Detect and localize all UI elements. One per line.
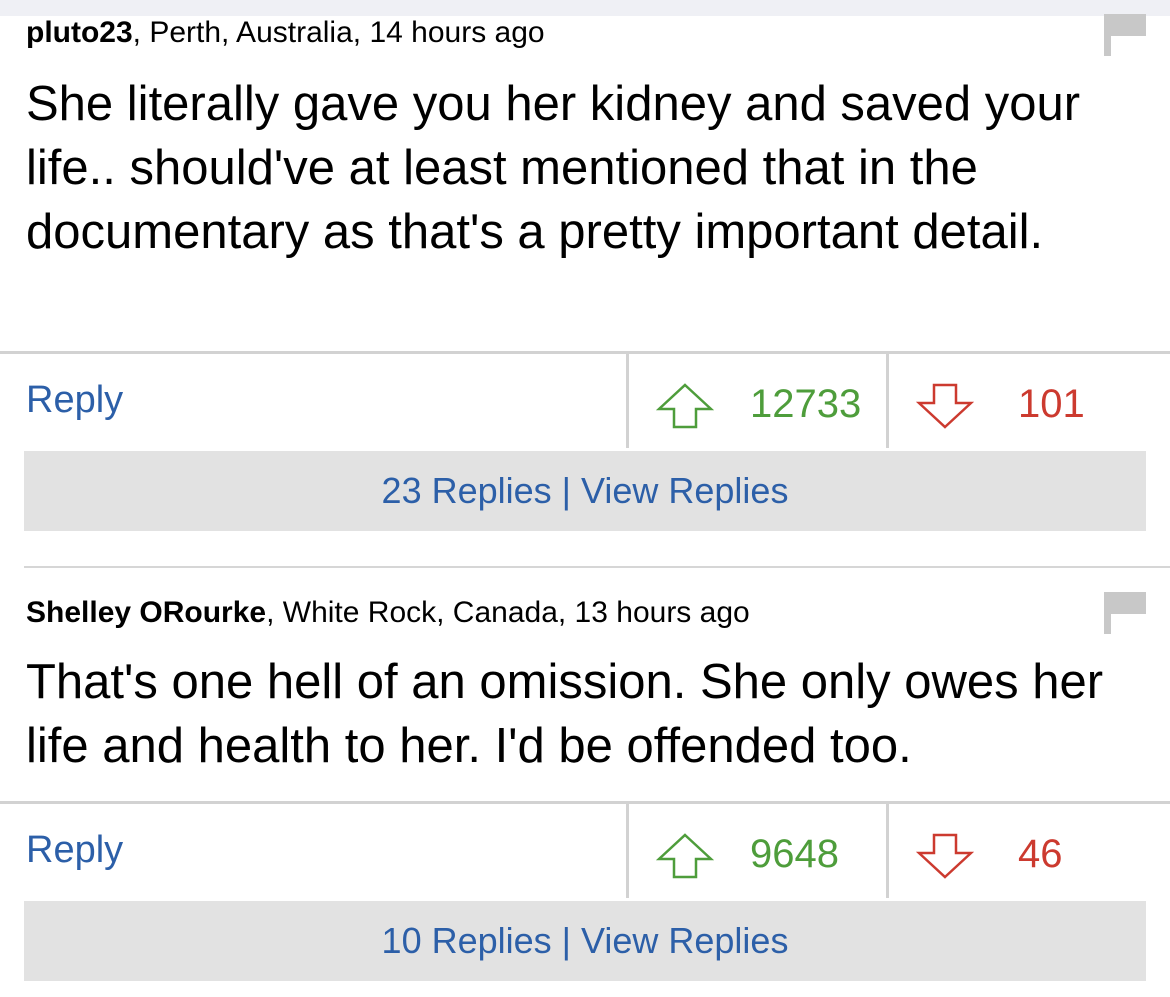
comment-body: That's one hell of an omission. She only… [26, 655, 1104, 773]
comment-location-time: , Perth, Australia, 14 hours ago [132, 16, 545, 49]
top-bar [0, 0, 1170, 16]
comment-meta: pluto23, Perth, Australia, 14 hours ago [26, 16, 545, 50]
view-replies-button[interactable]: 10 Replies | View Replies [24, 901, 1146, 981]
comment-author[interactable]: pluto23 [26, 16, 133, 49]
comment-body: She literally gave you her kidney and sa… [26, 77, 1081, 259]
upvote-count: 12733 [750, 382, 862, 426]
downvote-count: 46 [1018, 832, 1063, 876]
comment-separator [24, 566, 1170, 568]
action-separator [886, 804, 889, 898]
arrow-down-icon[interactable] [915, 832, 975, 880]
view-replies-button[interactable]: 23 Replies | View Replies [24, 451, 1146, 531]
action-separator [626, 354, 629, 448]
action-separator [626, 804, 629, 898]
comment-location-time: , White Rock, Canada, 13 hours ago [266, 596, 750, 629]
downvote-count: 101 [1018, 382, 1085, 426]
arrow-up-icon[interactable] [655, 382, 715, 430]
comment-meta: Shelley ORourke, White Rock, Canada, 13 … [26, 596, 750, 630]
reply-button[interactable]: Reply [26, 828, 123, 872]
action-separator [886, 354, 889, 448]
comment-author[interactable]: Shelley ORourke [26, 596, 266, 629]
flag-icon[interactable] [1104, 14, 1146, 56]
comment-divider [0, 351, 1170, 354]
comment-divider [0, 801, 1170, 804]
reply-button[interactable]: Reply [26, 378, 123, 422]
arrow-down-icon[interactable] [915, 382, 975, 430]
arrow-up-icon[interactable] [655, 832, 715, 880]
flag-icon[interactable] [1104, 592, 1146, 634]
upvote-count: 9648 [750, 832, 839, 876]
